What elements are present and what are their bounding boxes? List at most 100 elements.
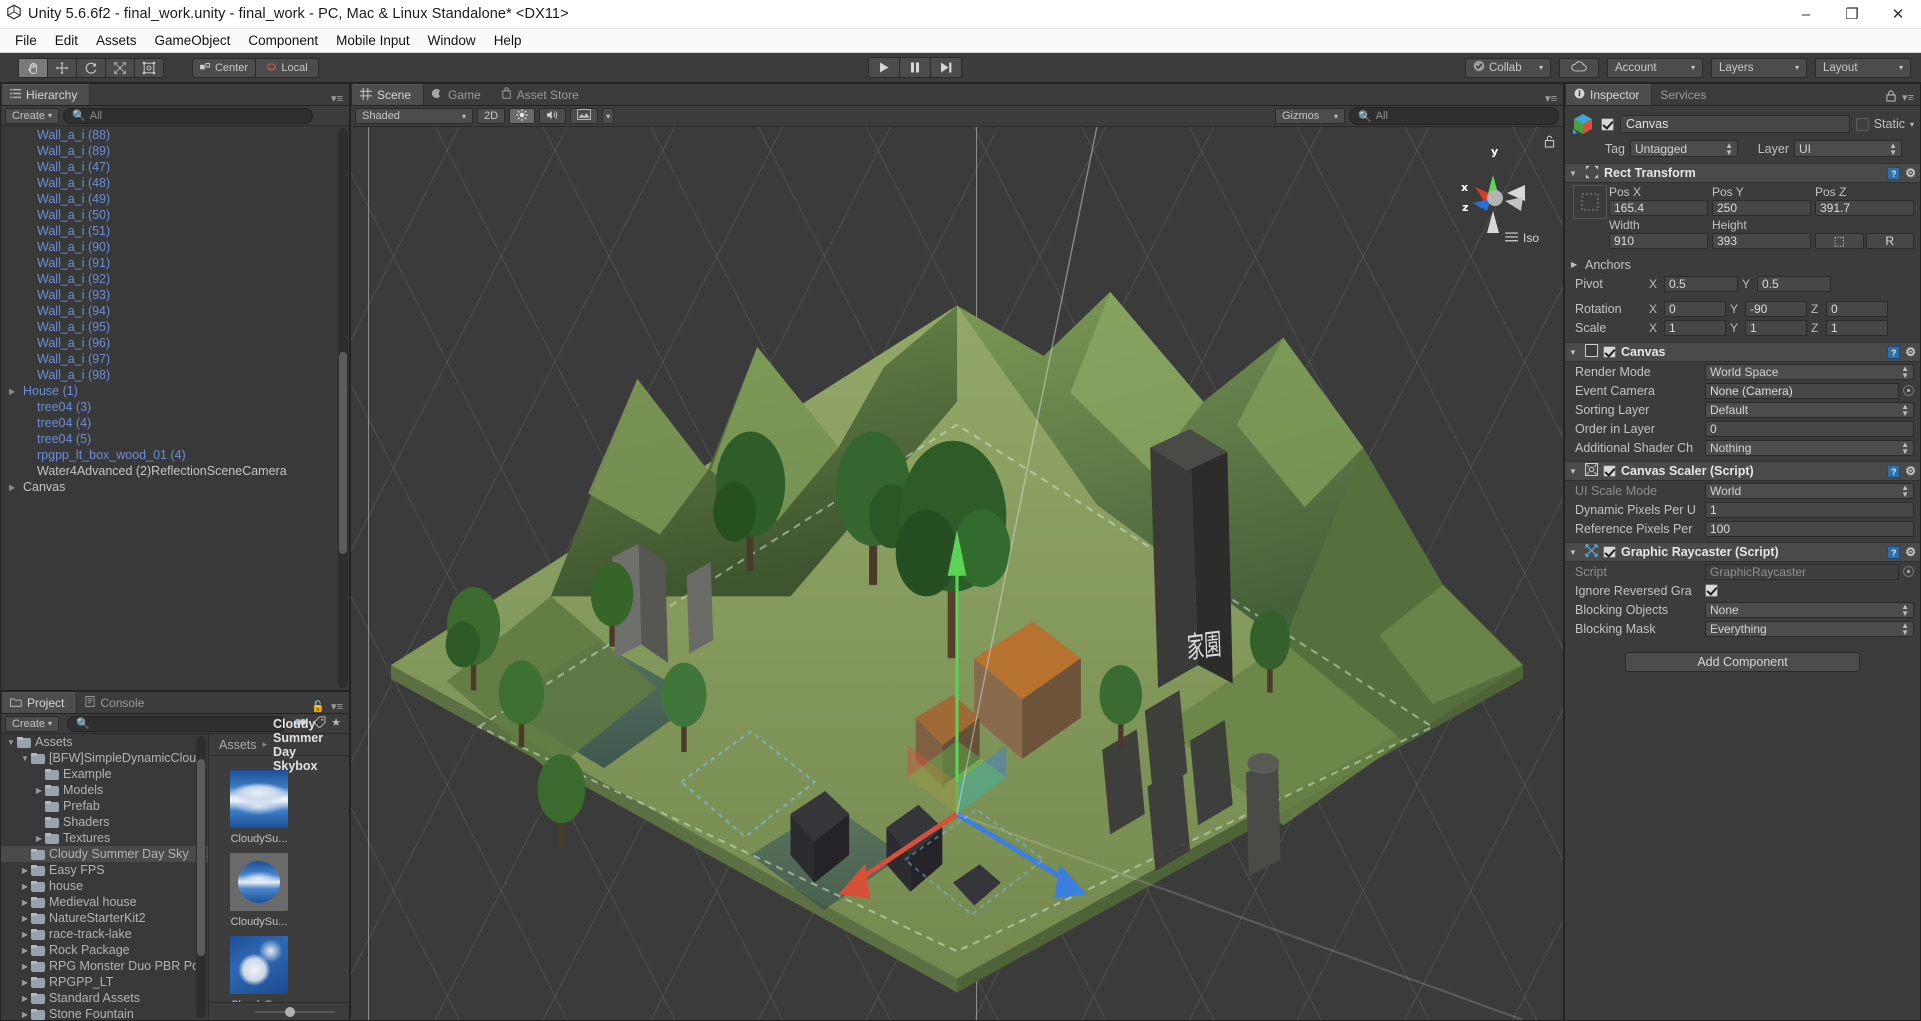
hierarchy-item[interactable]: Wall_a_i (91): [1, 255, 349, 271]
hierarchy-item[interactable]: tree04 (5): [1, 431, 349, 447]
hierarchy-scroll-thumb[interactable]: [339, 352, 347, 554]
project-folder-item[interactable]: Cloudy Summer Day Sky: [1, 846, 208, 862]
project-tree-scrollbar[interactable]: [196, 736, 206, 1018]
foldout-arrow-icon[interactable]: ▶: [1571, 260, 1581, 269]
play-button[interactable]: [868, 57, 900, 78]
menu-edit[interactable]: Edit: [46, 31, 87, 50]
menu-assets[interactable]: Assets: [87, 31, 146, 50]
foldout-arrow-icon[interactable]: ▶: [19, 1010, 31, 1019]
hierarchy-create-button[interactable]: Create ▾: [5, 107, 60, 124]
foldout-arrow-icon[interactable]: ▼: [19, 754, 31, 763]
component-header-graphic-raycaster[interactable]: ▼ Graphic Raycaster (Script) ? ⚙: [1565, 542, 1920, 562]
scene-audio-toggle[interactable]: [539, 108, 567, 124]
asset-item[interactable]: CloudySu...: [227, 770, 291, 845]
property-object-field[interactable]: GraphicRaycaster: [1705, 563, 1899, 580]
foldout-arrow-icon[interactable]: ▶: [19, 962, 31, 971]
asset-zoom-knob[interactable]: [285, 1006, 295, 1017]
help-book-icon[interactable]: ?: [1887, 545, 1901, 559]
rotate-tool-button[interactable]: [76, 57, 106, 78]
hierarchy-item[interactable]: Wall_a_i (93): [1, 287, 349, 303]
project-folder-tree[interactable]: ▼ Assets ▼ [BFW]SimpleDynamicClou Example ▶ Mo…: [1, 734, 209, 1020]
maximize-button[interactable]: ❐: [1829, 0, 1875, 29]
layer-dropdown[interactable]: UI ▲ ▼: [1794, 140, 1902, 157]
gear-icon[interactable]: ⚙: [1905, 545, 1916, 559]
hierarchy-item[interactable]: Wall_a_i (51): [1, 223, 349, 239]
foldout-arrow-icon[interactable]: ▶: [33, 786, 45, 795]
asset-grid[interactable]: CloudySu...CloudySu...CloudySu...CloudyS…: [209, 756, 349, 1002]
hierarchy-item[interactable]: Wall_a_i (47): [1, 159, 349, 175]
foldout-arrow-icon[interactable]: ▼: [1569, 169, 1580, 178]
foldout-arrow-icon[interactable]: ▼: [1569, 348, 1580, 357]
project-folder-item[interactable]: ▶ Textures: [1, 830, 208, 846]
scene-effects-toggle[interactable]: [570, 108, 599, 124]
tab-asset-store[interactable]: Asset Store: [492, 84, 591, 105]
scene-lighting-toggle[interactable]: [509, 108, 536, 124]
pivot-y-input[interactable]: 0.5: [1757, 275, 1831, 292]
canvas-enabled-checkbox[interactable]: [1603, 346, 1616, 358]
hierarchy-item[interactable]: Wall_a_i (98): [1, 367, 349, 383]
handle-mode-button[interactable]: Local: [255, 57, 319, 78]
component-header-canvas[interactable]: ▼ Canvas ? ⚙: [1565, 342, 1920, 362]
step-button[interactable]: [930, 57, 962, 78]
scale-x-input[interactable]: 1: [1664, 319, 1726, 336]
hierarchy-item[interactable]: Wall_a_i (48): [1, 175, 349, 191]
foldout-arrow-icon[interactable]: ▶: [19, 930, 31, 939]
static-toggle-group[interactable]: Static ▾: [1855, 117, 1914, 131]
inspector-tabtools[interactable]: ▾≡: [1886, 90, 1920, 105]
scene-viewport[interactable]: 家園 y x z Iso: [351, 127, 1563, 1020]
property-dropdown[interactable]: Everything ▲ ▼: [1705, 620, 1914, 637]
rotation-z-input[interactable]: 0: [1826, 300, 1888, 317]
project-tree-scroll-thumb[interactable]: [197, 758, 205, 956]
gear-icon[interactable]: ⚙: [1905, 464, 1916, 478]
close-button[interactable]: ✕: [1875, 0, 1921, 29]
raw-edit-button[interactable]: R: [1865, 233, 1914, 249]
project-folder-item[interactable]: Shaders: [1, 814, 208, 830]
component-header-icons[interactable]: ? ⚙: [1887, 345, 1916, 359]
foldout-arrow-icon[interactable]: ▶: [9, 387, 21, 396]
project-folder-item[interactable]: ▶ RPGPP_LT: [1, 974, 208, 990]
rect-tool-button[interactable]: [134, 57, 164, 78]
project-folder-item[interactable]: ▶ Models: [1, 782, 208, 798]
hierarchy-item[interactable]: tree04 (4): [1, 415, 349, 431]
project-folder-item[interactable]: ▼ Assets: [1, 734, 208, 750]
scene-tabtools[interactable]: ▾≡: [1545, 92, 1563, 105]
help-book-icon[interactable]: ?: [1887, 166, 1901, 180]
project-folder-item[interactable]: ▶ RPG Monster Duo PBR Po: [1, 958, 208, 974]
scene-lock-open-icon[interactable]: [1544, 135, 1555, 151]
project-folder-item[interactable]: ▶ Stone Fountain: [1, 1006, 208, 1020]
component-header-icons[interactable]: ? ⚙: [1887, 545, 1916, 559]
collab-button[interactable]: Collab ▾: [1465, 57, 1551, 78]
graphic-raycaster-enabled-checkbox[interactable]: [1603, 546, 1616, 558]
menu-help[interactable]: Help: [485, 31, 531, 50]
anchor-preset-widget[interactable]: [1573, 185, 1607, 219]
scene-effects-dropdown[interactable]: ▾: [602, 108, 615, 124]
tag-dropdown[interactable]: Untagged ▲ ▼: [1630, 140, 1738, 157]
hierarchy-item[interactable]: Wall_a_i (97): [1, 351, 349, 367]
scale-y-input[interactable]: 1: [1745, 319, 1807, 336]
object-picker-icon[interactable]: [1903, 566, 1914, 577]
scene-2d-toggle[interactable]: 2D: [477, 108, 506, 124]
project-folder-item[interactable]: ▶ Standard Assets: [1, 990, 208, 1006]
pos-y-input[interactable]: 250: [1712, 200, 1811, 216]
tab-project[interactable]: Project: [1, 692, 78, 713]
rotation-x-input[interactable]: 0: [1664, 300, 1726, 317]
menu-file[interactable]: File: [6, 31, 46, 50]
hierarchy-item[interactable]: Wall_a_i (50): [1, 207, 349, 223]
width-input[interactable]: 910: [1609, 233, 1708, 249]
pivot-x-input[interactable]: 0.5: [1664, 275, 1738, 292]
tab-scene[interactable]: Scene: [351, 84, 425, 105]
hand-tool-button[interactable]: [18, 57, 48, 78]
foldout-arrow-icon[interactable]: ▶: [19, 898, 31, 907]
foldout-arrow-icon[interactable]: ▶: [19, 914, 31, 923]
panel-menu-icon[interactable]: ▾≡: [331, 92, 343, 105]
hierarchy-item[interactable]: Wall_a_i (88): [1, 127, 349, 143]
asset-zoom-slider[interactable]: [255, 1006, 335, 1017]
layout-button[interactable]: Layout ▾: [1815, 57, 1911, 78]
property-dropdown[interactable]: World Space ▲ ▼: [1705, 363, 1914, 380]
project-search-input[interactable]: 🔍: [67, 715, 287, 732]
project-folder-item[interactable]: ▶ race-track-lake: [1, 926, 208, 942]
hierarchy-item[interactable]: Wall_a_i (95): [1, 319, 349, 335]
hierarchy-item[interactable]: Wall_a_i (92): [1, 271, 349, 287]
project-folder-item[interactable]: Example: [1, 766, 208, 782]
project-folder-item[interactable]: ▶ NatureStarterKit2: [1, 910, 208, 926]
